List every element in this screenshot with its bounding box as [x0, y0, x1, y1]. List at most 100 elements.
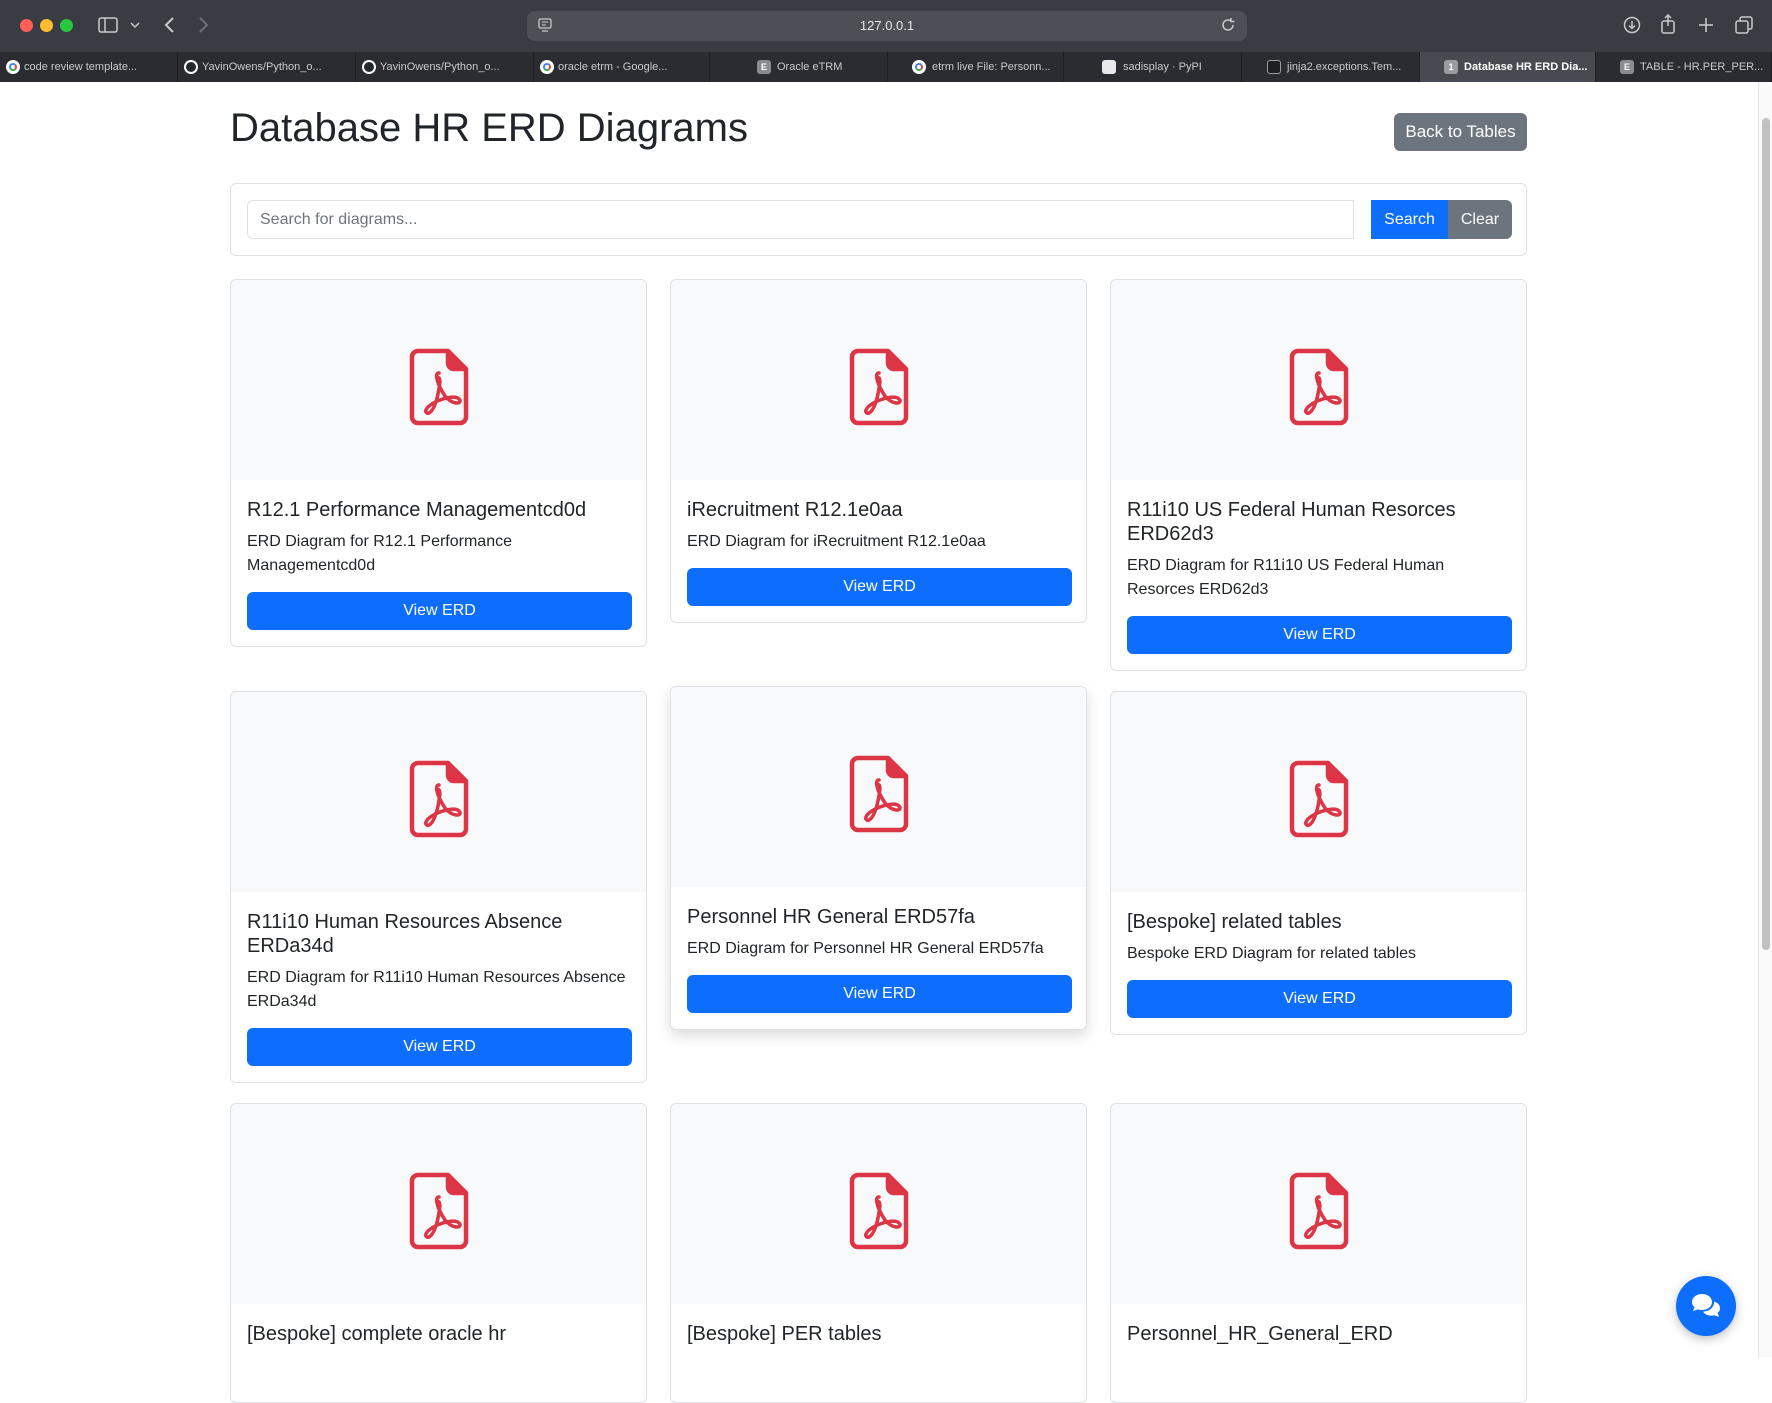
tab-label: code review template...	[24, 61, 138, 73]
google-icon	[912, 60, 926, 74]
browser-tab[interactable]: sadisplay · PyPI	[1064, 52, 1242, 82]
pdf-file-icon	[1289, 348, 1349, 426]
reload-icon[interactable]	[1219, 16, 1237, 34]
card-thumbnail[interactable]	[1111, 1104, 1526, 1304]
card-title: R11i10 Human Resources Absence ERDa34d	[247, 911, 563, 957]
pdf-file-icon	[409, 1172, 469, 1250]
sidebar-toggle-icon[interactable]	[98, 17, 118, 33]
google-icon	[6, 60, 20, 74]
etrm-icon: E	[757, 60, 771, 74]
share-icon[interactable]	[1660, 14, 1676, 34]
tab-label: etrm live File: Personn...	[932, 61, 1051, 73]
browser-titlebar: 127.0.0.1	[0, 0, 1772, 52]
card-title: [Bespoke] related tables	[1127, 911, 1342, 933]
card-description: ERD Diagram for R12.1 Performance Manage…	[247, 533, 512, 574]
scrollbar-thumb[interactable]	[1762, 118, 1770, 950]
erd-card: [Bespoke] complete oracle hr	[230, 1103, 647, 1403]
zoom-window-button[interactable]	[60, 19, 73, 32]
address-bar[interactable]: 127.0.0.1	[527, 11, 1247, 41]
tab-label: YavinOwens/Python_o...	[380, 61, 500, 73]
erd-card: Personnel HR General ERD57fa ERD Diagram…	[670, 686, 1087, 1030]
chat-bubbles-icon	[1692, 1294, 1720, 1317]
browser-tab[interactable]: etrm live File: Personn...	[888, 52, 1064, 82]
back-to-tables-button[interactable]: Back to Tables	[1394, 113, 1527, 151]
erd-card: R12.1 Performance Managementcd0d ERD Dia…	[230, 279, 647, 647]
card-title: Personnel HR General ERD57fa	[687, 906, 975, 928]
back-arrow-icon[interactable]	[163, 16, 175, 34]
card-description: ERD Diagram for R11i10 Human Resources A…	[247, 969, 626, 1010]
google-icon	[540, 60, 554, 74]
pypi-icon	[1102, 60, 1116, 74]
card-description: ERD Diagram for R11i10 US Federal Human …	[1127, 557, 1445, 598]
forward-arrow-icon[interactable]	[198, 16, 210, 34]
card-title: R11i10 US Federal Human Resorces ERD62d3	[1127, 499, 1456, 545]
pdf-file-icon	[1289, 760, 1349, 838]
tab-label: oracle etrm - Google...	[558, 61, 668, 73]
card-thumbnail[interactable]	[671, 687, 1086, 887]
page-content: Database HR ERD Diagrams Back to Tables …	[0, 82, 1758, 1403]
browser-tab-active[interactable]: 1 Database HR ERD Dia...	[1420, 52, 1596, 82]
card-description: ERD Diagram for iRecruitment R12.1e0aa	[687, 533, 986, 550]
erd-card: [Bespoke] related tables Bespoke ERD Dia…	[1110, 691, 1527, 1035]
github-icon	[362, 60, 376, 74]
browser-tab[interactable]: YavinOwens/Python_o...	[356, 52, 534, 82]
tab-label: YavinOwens/Python_o...	[202, 61, 322, 73]
tab-label: Database HR ERD Dia...	[1464, 61, 1588, 73]
pdf-file-icon	[849, 348, 909, 426]
tab-label: sadisplay · PyPI	[1123, 61, 1202, 73]
view-erd-button[interactable]: View ERD	[687, 568, 1072, 606]
card-thumbnail[interactable]	[231, 280, 646, 480]
card-title: iRecruitment R12.1e0aa	[687, 499, 903, 521]
page-icon: 1	[1444, 60, 1458, 74]
chevron-down-icon[interactable]	[130, 21, 140, 29]
search-input[interactable]: Search for diagrams...	[247, 200, 1354, 239]
minimize-window-button[interactable]	[40, 19, 53, 32]
browser-tab[interactable]: E TABLE - HR.PER_PER...	[1596, 52, 1772, 82]
github-icon	[184, 60, 198, 74]
view-erd-button[interactable]: View ERD	[247, 592, 632, 630]
page-scrollbar[interactable]	[1758, 82, 1772, 1357]
etrm-icon: E	[1620, 60, 1634, 74]
browser-tab[interactable]: oracle etrm - Google...	[534, 52, 710, 82]
tab-label: jinja2.exceptions.Tem...	[1287, 61, 1402, 73]
card-description: Bespoke ERD Diagram for related tables	[1127, 945, 1417, 962]
card-thumbnail[interactable]	[1111, 692, 1526, 892]
view-erd-button[interactable]: View ERD	[687, 975, 1072, 1013]
card-title: Personnel_HR_General_ERD	[1127, 1323, 1393, 1345]
browser-tab[interactable]: YavinOwens/Python_o...	[178, 52, 356, 82]
erd-card: R11i10 US Federal Human Resorces ERD62d3…	[1110, 279, 1527, 671]
card-thumbnail[interactable]	[671, 280, 1086, 480]
pdf-file-icon	[1289, 1172, 1349, 1250]
chat-button[interactable]	[1676, 1276, 1736, 1336]
terminal-icon	[1267, 60, 1281, 74]
view-erd-button[interactable]: View ERD	[1127, 616, 1512, 654]
card-thumbnail[interactable]	[231, 1104, 646, 1304]
clear-button[interactable]: Clear	[1448, 200, 1512, 239]
erd-card: R11i10 Human Resources Absence ERDa34d E…	[230, 691, 647, 1083]
pdf-file-icon	[409, 348, 469, 426]
tab-label: Oracle eTRM	[777, 61, 843, 73]
search-panel: Search for diagrams... Search Clear	[230, 183, 1527, 256]
card-thumbnail[interactable]	[231, 692, 646, 892]
view-erd-button[interactable]: View ERD	[247, 1028, 632, 1066]
card-title: [Bespoke] complete oracle hr	[247, 1323, 507, 1345]
browser-tab[interactable]: jinja2.exceptions.Tem...	[1242, 52, 1420, 82]
url-text: 127.0.0.1	[859, 18, 915, 33]
card-title: R12.1 Performance Managementcd0d	[247, 499, 587, 521]
browser-tab[interactable]: code review template...	[0, 52, 178, 82]
pdf-file-icon	[849, 755, 909, 833]
browser-tab[interactable]: E Oracle eTRM	[710, 52, 888, 82]
tab-overview-icon[interactable]	[1735, 16, 1753, 34]
browser-tab-bar: code review template... YavinOwens/Pytho…	[0, 52, 1772, 82]
view-erd-button[interactable]: View ERD	[1127, 980, 1512, 1018]
new-tab-icon[interactable]	[1698, 17, 1714, 33]
card-thumbnail[interactable]	[1111, 280, 1526, 480]
card-thumbnail[interactable]	[671, 1104, 1086, 1304]
search-button[interactable]: Search	[1371, 200, 1448, 239]
card-description: ERD Diagram for Personnel HR General ERD…	[687, 940, 1044, 957]
close-window-button[interactable]	[20, 19, 33, 32]
erd-card: [Bespoke] PER tables	[670, 1103, 1087, 1403]
downloads-icon[interactable]	[1623, 16, 1641, 34]
tab-label: TABLE - HR.PER_PER...	[1640, 61, 1764, 73]
page-title: Database HR ERD Diagrams	[230, 106, 748, 150]
